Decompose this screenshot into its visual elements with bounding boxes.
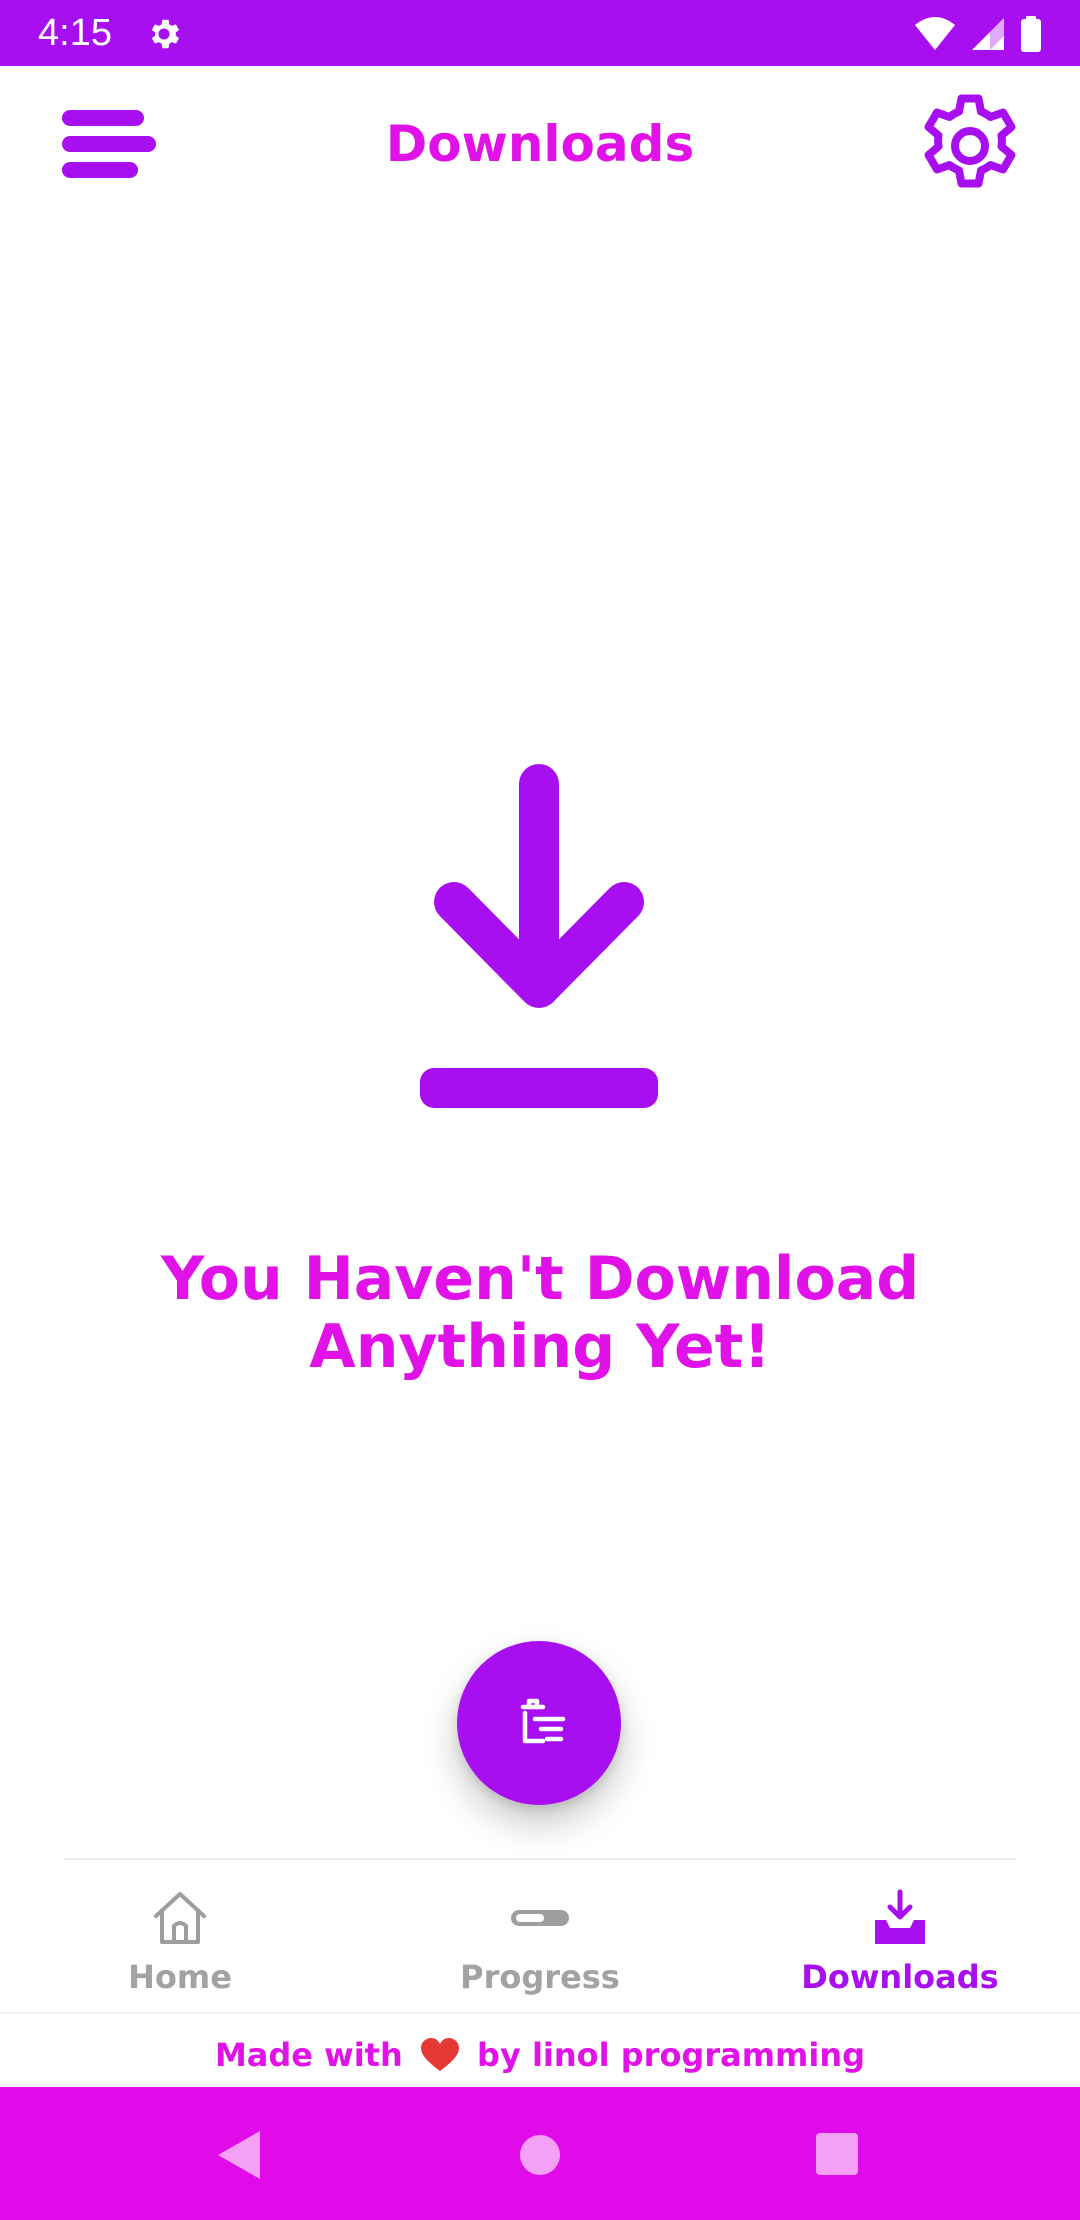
wifi-icon bbox=[915, 17, 955, 50]
footer-suffix: by linol programming bbox=[477, 2036, 866, 2074]
bottom-nav: Home Progress Downloads bbox=[0, 1862, 1080, 2012]
signal-icon bbox=[972, 18, 1004, 50]
home-circle-icon[interactable] bbox=[508, 2123, 572, 2187]
menu-icon[interactable] bbox=[58, 102, 162, 186]
clear-downloads-button[interactable] bbox=[457, 1641, 621, 1805]
gear-icon[interactable] bbox=[910, 86, 1030, 206]
clear-list-icon bbox=[520, 1698, 566, 1744]
heart-icon bbox=[420, 2038, 459, 2071]
download-icon bbox=[420, 764, 658, 1108]
status-time: 4:15 bbox=[38, 12, 112, 54]
app-header: Downloads bbox=[0, 66, 1080, 226]
progress-icon bbox=[511, 1910, 569, 1926]
status-icons bbox=[914, 15, 1042, 53]
nav-item-home[interactable]: Home bbox=[30, 1862, 330, 2012]
nav-label-downloads: Downloads bbox=[801, 1958, 999, 1996]
empty-state-line-2: Anything Yet! bbox=[309, 1312, 771, 1382]
home-icon bbox=[154, 1892, 206, 1944]
nav-label-home: Home bbox=[128, 1958, 232, 1996]
page-title: Downloads bbox=[385, 115, 695, 173]
footer-credit: Made with by linol programming bbox=[0, 2030, 1080, 2080]
settings-icon bbox=[151, 19, 180, 49]
footer-prefix: Made with bbox=[214, 2036, 403, 2074]
system-nav-bar bbox=[0, 2087, 1080, 2220]
nav-label-progress: Progress bbox=[460, 1958, 620, 1996]
nav-item-downloads[interactable]: Downloads bbox=[750, 1862, 1050, 2012]
bottom-nav-divider bbox=[64, 1858, 1016, 1860]
recents-icon[interactable] bbox=[806, 2123, 870, 2187]
nav-item-progress[interactable]: Progress bbox=[390, 1862, 690, 2012]
status-bar: 4:15 bbox=[0, 0, 1080, 66]
back-icon[interactable] bbox=[210, 2123, 274, 2187]
battery-icon bbox=[1021, 16, 1041, 52]
empty-state-line-1: You Haven't Download bbox=[160, 1244, 920, 1314]
footer-divider bbox=[0, 2012, 1080, 2014]
download-tray-icon bbox=[875, 1889, 925, 1944]
empty-state-message: You Haven't Download Anything Yet! bbox=[90, 1245, 990, 1381]
